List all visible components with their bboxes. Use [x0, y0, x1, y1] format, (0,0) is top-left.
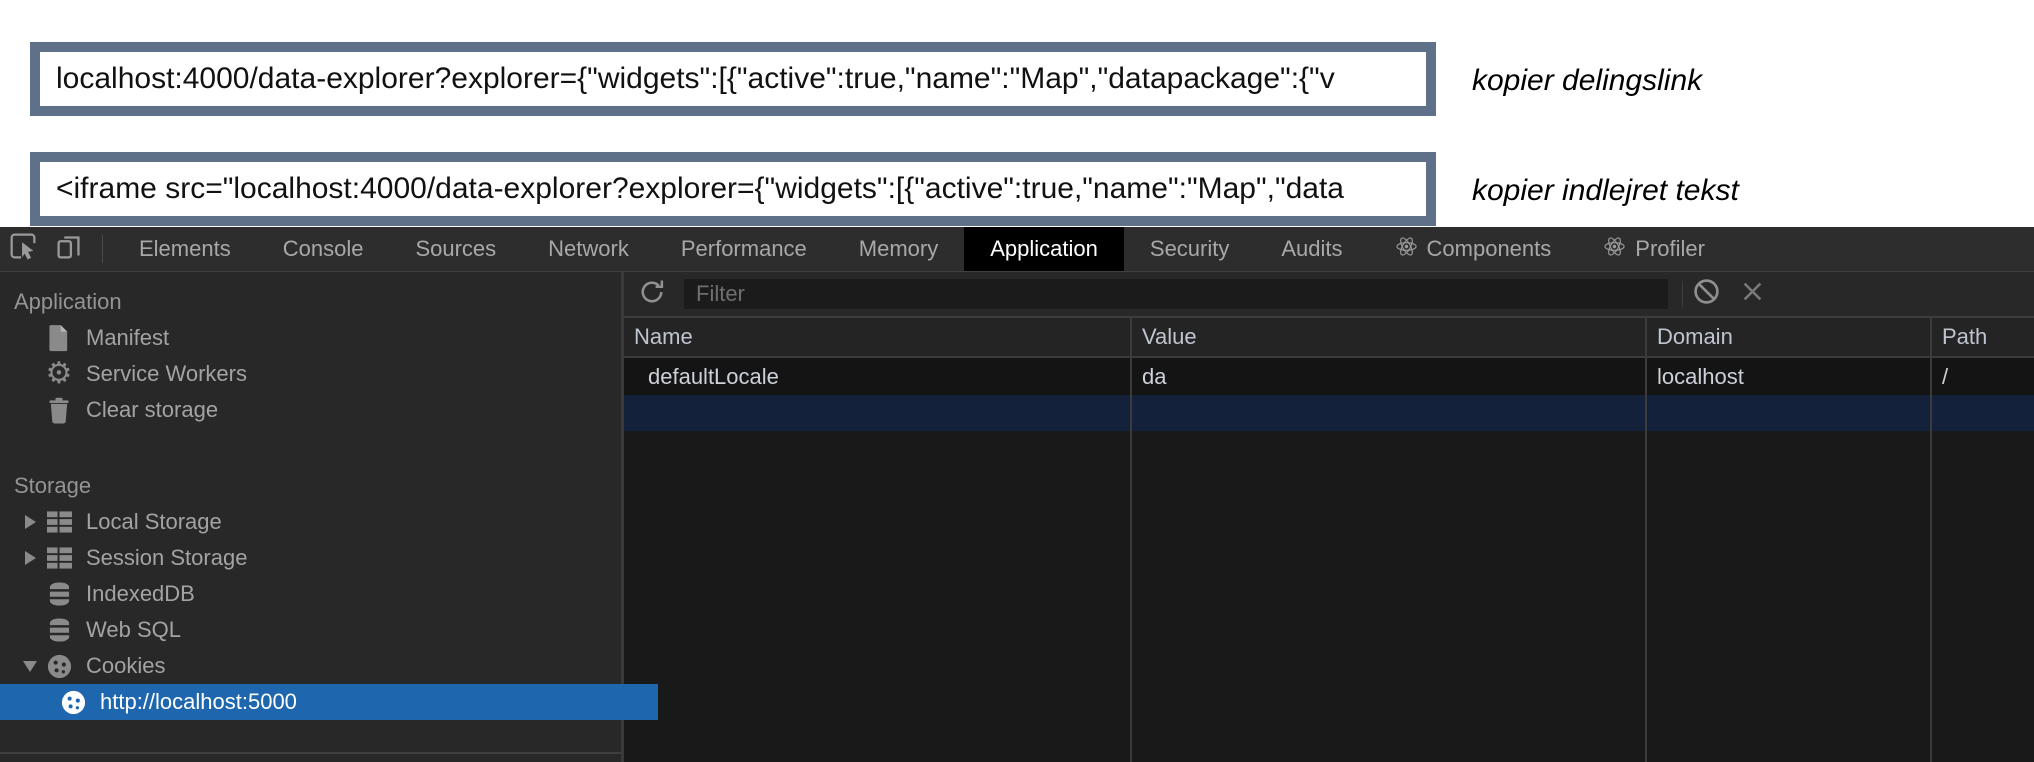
table-filler	[1647, 431, 1930, 762]
clear-all-cookies-button[interactable]	[1683, 277, 1729, 311]
atom-icon	[1395, 235, 1418, 264]
tab-label: Components	[1427, 236, 1552, 262]
sidebar-item-label: http://localhost:5000	[100, 689, 297, 715]
sidebar-item-indexeddb[interactable]: IndexedDB	[0, 576, 621, 612]
block-icon	[1692, 277, 1721, 311]
embed-code-label: kopier indlejret tekst	[1472, 174, 1739, 208]
tabbar-separator	[102, 235, 103, 263]
tab-react-components[interactable]: Components	[1369, 227, 1578, 271]
embed-code-input[interactable]	[30, 152, 1436, 226]
gear-icon: ⚙	[44, 359, 74, 389]
refresh-icon	[637, 277, 667, 312]
tab-application[interactable]: Application	[964, 227, 1124, 271]
sidebar-item-label: Web SQL	[86, 617, 181, 643]
inspect-element-button[interactable]	[0, 227, 46, 271]
devtools-tabbar: Elements Console Sources Network Perform…	[0, 227, 2034, 272]
column-header-name[interactable]: Name	[624, 318, 1130, 358]
atom-icon	[1603, 235, 1626, 264]
tab-security[interactable]: Security	[1124, 227, 1255, 271]
cookies-panel: Name defaultLocale Value da Domain local…	[624, 272, 2034, 762]
sidebar-item-session-storage[interactable]: Session Storage	[0, 540, 621, 576]
database-icon	[44, 581, 74, 607]
cookie-row-domain-cell[interactable]: localhost	[1647, 358, 1930, 395]
table-filler	[624, 431, 1130, 762]
sidebar-bottom-divider	[0, 752, 621, 754]
cookie-row-path-cell[interactable]: /	[1932, 358, 2034, 395]
selected-empty-row[interactable]	[1932, 395, 2034, 431]
tab-sources[interactable]: Sources	[389, 227, 522, 271]
cookie-icon	[58, 689, 88, 716]
table-filler	[1932, 431, 2034, 762]
devtools-panel: Elements Console Sources Network Perform…	[0, 227, 2034, 762]
document-icon	[44, 324, 74, 352]
column-header-value[interactable]: Value	[1132, 318, 1645, 358]
cookie-icon	[44, 653, 74, 680]
selected-empty-row[interactable]	[624, 395, 1130, 431]
tab-memory[interactable]: Memory	[833, 227, 964, 271]
screenshot-root: kopier delingslink kopier indlejret teks…	[0, 0, 2034, 762]
selected-empty-row[interactable]	[1132, 395, 1645, 431]
chevron-down-icon[interactable]	[16, 661, 44, 672]
tab-console[interactable]: Console	[257, 227, 390, 271]
sidebar-item-cookies[interactable]: Cookies	[0, 648, 621, 684]
application-sidebar: Application Manifest ⚙ Service Workers	[0, 272, 624, 762]
chevron-right-icon[interactable]	[16, 515, 44, 529]
column-path: Path /	[1932, 318, 2034, 762]
sidebar-item-label: Manifest	[86, 325, 169, 351]
tab-label: Profiler	[1635, 236, 1705, 262]
table-icon	[44, 547, 74, 569]
delete-selected-button[interactable]	[1729, 278, 1775, 310]
sidebar-item-service-workers[interactable]: ⚙ Service Workers	[0, 356, 621, 392]
database-icon	[44, 617, 74, 643]
device-toolbar-button[interactable]	[46, 227, 92, 271]
sidebar-item-label: Cookies	[86, 653, 165, 679]
sidebar-item-local-storage[interactable]: Local Storage	[0, 504, 621, 540]
sidebar-item-label: Clear storage	[86, 397, 218, 423]
sidebar-section-application: Application	[0, 284, 621, 320]
sidebar-item-label: Session Storage	[86, 545, 247, 571]
sidebar-item-manifest[interactable]: Manifest	[0, 320, 621, 356]
refresh-button[interactable]	[630, 277, 674, 312]
cookie-row-value-cell[interactable]: da	[1132, 358, 1645, 395]
chevron-right-icon[interactable]	[16, 551, 44, 565]
cookie-row-name-cell[interactable]: defaultLocale	[624, 358, 1130, 395]
cookies-toolbar	[624, 272, 2034, 318]
sidebar-section-storage: Storage	[0, 468, 621, 504]
sidebar-item-web-sql[interactable]: Web SQL	[0, 612, 621, 648]
trash-icon	[44, 397, 74, 424]
cookies-table: Name defaultLocale Value da Domain local…	[624, 318, 2034, 762]
sidebar-item-clear-storage[interactable]: Clear storage	[0, 392, 621, 428]
table-icon	[44, 511, 74, 533]
sidebar-item-label: IndexedDB	[86, 581, 195, 607]
cookie-filter-input[interactable]	[684, 279, 1668, 309]
column-domain: Domain localhost	[1647, 318, 1932, 762]
tab-elements[interactable]: Elements	[113, 227, 257, 271]
tab-performance[interactable]: Performance	[655, 227, 833, 271]
column-name: Name defaultLocale	[624, 318, 1132, 762]
selected-empty-row[interactable]	[1647, 395, 1930, 431]
column-header-domain[interactable]: Domain	[1647, 318, 1930, 358]
tab-network[interactable]: Network	[522, 227, 655, 271]
tab-react-profiler[interactable]: Profiler	[1577, 227, 1731, 271]
inspect-icon	[6, 229, 40, 269]
column-value: Value da	[1132, 318, 1647, 762]
share-link-input[interactable]	[30, 42, 1436, 116]
device-toolbar-icon	[52, 229, 86, 269]
sidebar-item-cookie-origin-localhost-5000[interactable]: http://localhost:5000	[0, 684, 658, 720]
sidebar-item-label: Service Workers	[86, 361, 247, 387]
share-link-label: kopier delingslink	[1472, 64, 1702, 98]
table-filler	[1132, 431, 1645, 762]
tab-audits[interactable]: Audits	[1255, 227, 1368, 271]
sidebar-item-label: Local Storage	[86, 509, 222, 535]
column-header-path[interactable]: Path	[1932, 318, 2034, 358]
close-icon	[1739, 278, 1766, 310]
